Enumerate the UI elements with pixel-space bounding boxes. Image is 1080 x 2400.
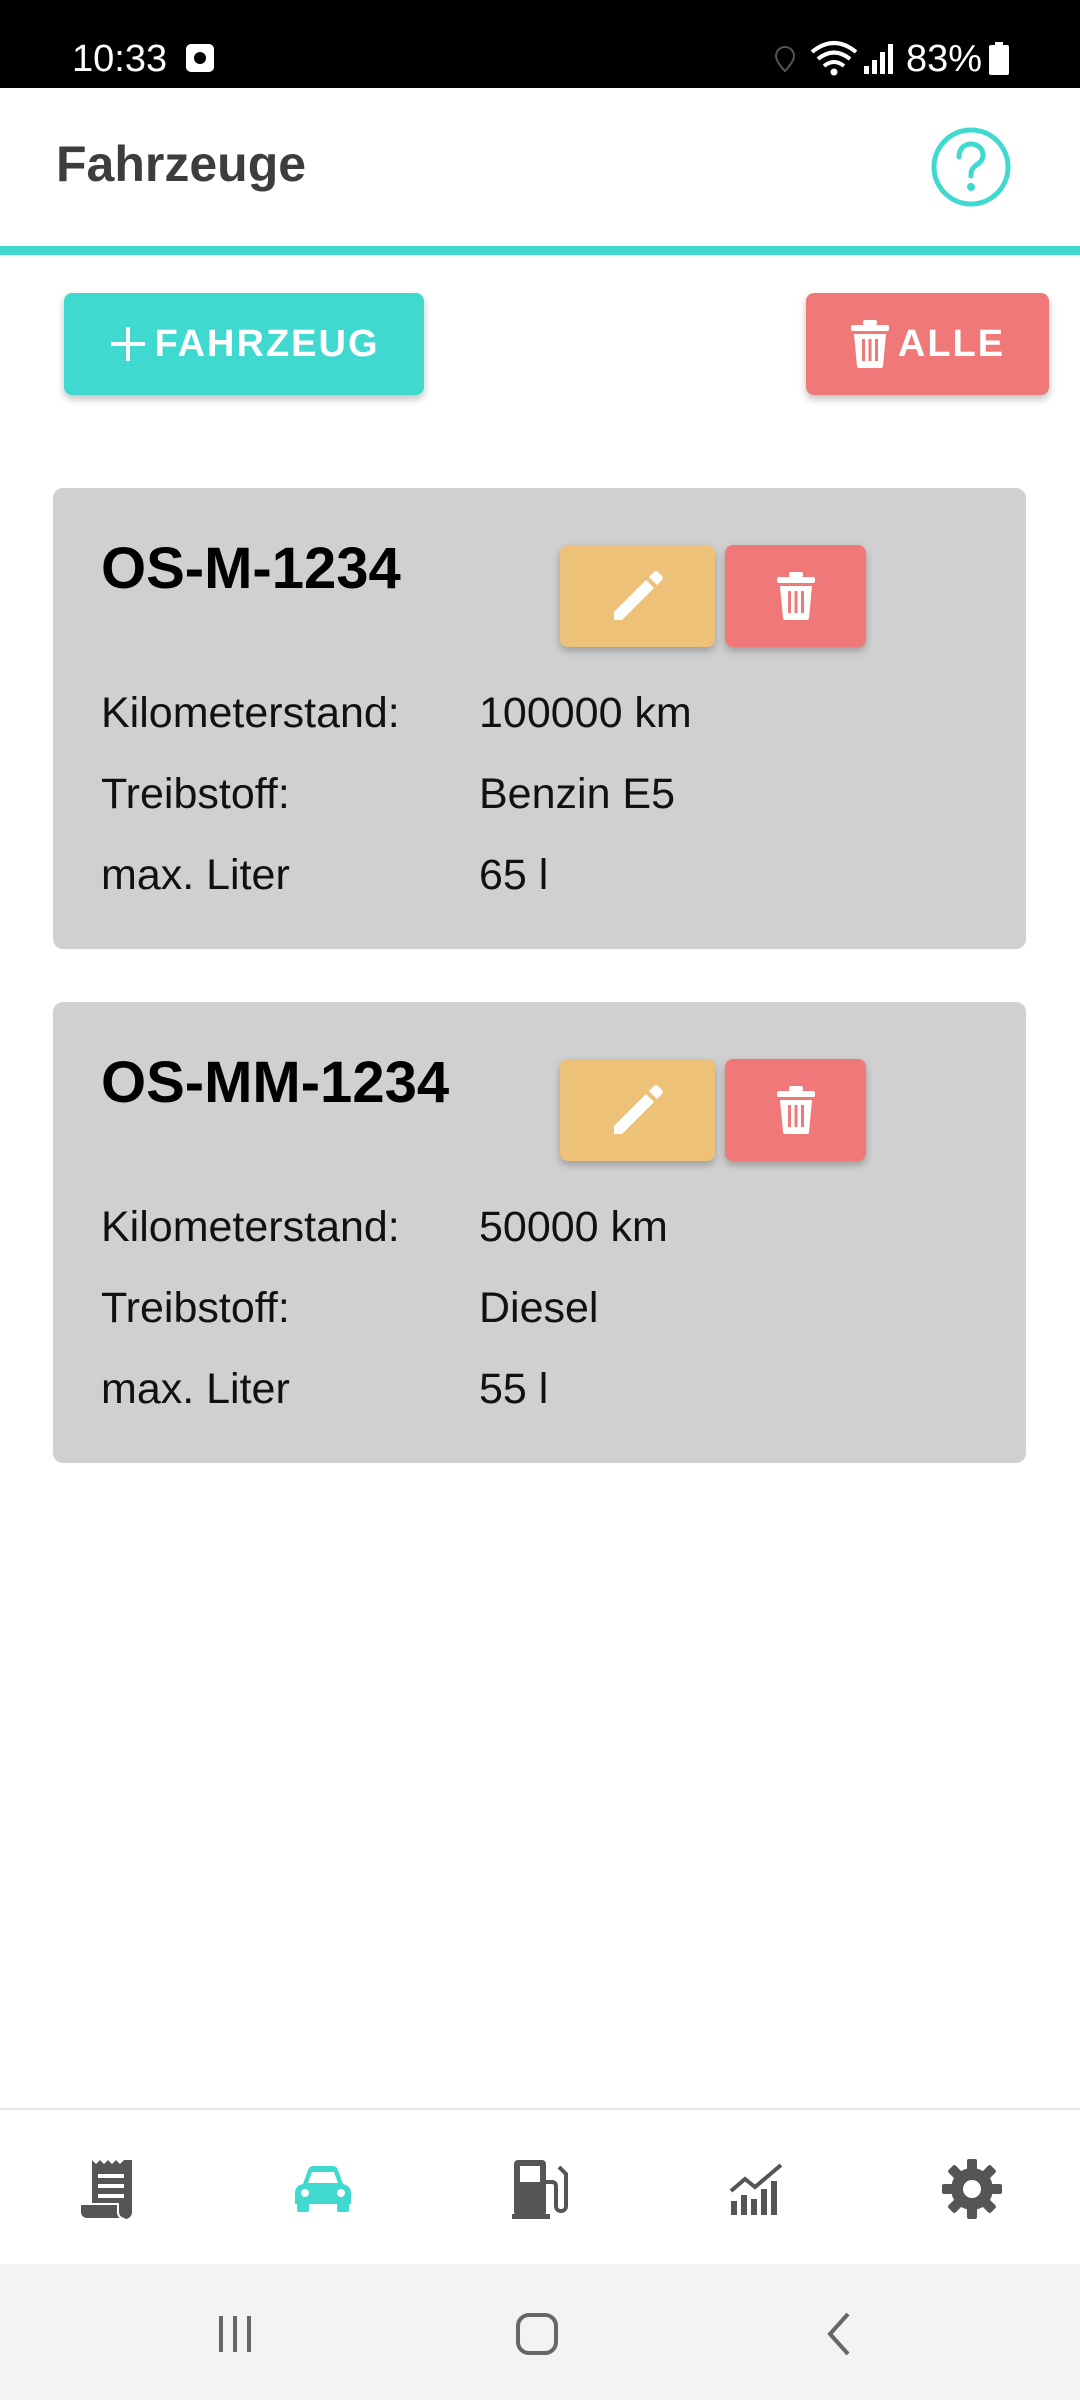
receipt-icon: [79, 2160, 132, 2220]
plus-icon: [110, 327, 145, 361]
vehicle-card: OS-M-1234 Kilometerstand: 100000 km Trei…: [53, 488, 1026, 949]
delete-all-label: ALLE: [897, 322, 1006, 365]
app-bar-divider: [0, 246, 1080, 255]
trash-icon: [776, 1086, 815, 1134]
fuel-label: Treibstoff:: [101, 1284, 290, 1332]
nav-item-vehicles[interactable]: [288, 2154, 358, 2224]
back-icon: [827, 2312, 850, 2356]
signal-icon: [864, 44, 893, 74]
delete-all-button[interactable]: ALLE: [806, 293, 1049, 395]
wifi-icon: [810, 41, 858, 76]
home-icon: [516, 2313, 558, 2355]
mileage-label: Kilometerstand:: [101, 689, 400, 737]
back-button[interactable]: [810, 2304, 870, 2364]
battery-icon: [989, 42, 1009, 75]
fuel-label: Treibstoff:: [101, 770, 290, 818]
location-icon: [774, 46, 796, 72]
fuel-value: Benzin E5: [479, 770, 676, 818]
mileage-value: 100000 km: [479, 689, 692, 737]
nav-item-settings[interactable]: [937, 2154, 1007, 2224]
edit-vehicle-button[interactable]: [560, 545, 715, 647]
page-title: Fahrzeuge: [56, 136, 307, 192]
alarm-icon: [186, 44, 214, 72]
vehicle-plate: OS-M-1234: [101, 536, 401, 601]
battery-percentage: 83%: [906, 38, 983, 80]
max-liter-label: max. Liter: [101, 851, 290, 899]
fuel-value: Diesel: [479, 1284, 599, 1332]
gas-pump-icon: [512, 2160, 568, 2219]
home-button[interactable]: [507, 2304, 567, 2364]
max-liter-label: max. Liter: [101, 1365, 290, 1413]
status-bar: 10:33 83%: [0, 0, 1080, 88]
gear-icon: [942, 2159, 1002, 2219]
recent-apps-button[interactable]: [205, 2304, 265, 2364]
app-bar: Fahrzeuge: [0, 88, 1080, 246]
nav-item-statistics[interactable]: [722, 2154, 792, 2224]
add-vehicle-label: FAHRZEUG: [154, 322, 380, 365]
max-liter-value: 55 l: [479, 1365, 549, 1413]
vehicle-card: OS-MM-1234 Kilometerstand: 50000 km Trei…: [53, 1002, 1026, 1463]
trash-icon: [776, 572, 815, 620]
recent-apps-icon: [219, 2316, 251, 2352]
edit-vehicle-button[interactable]: [560, 1059, 715, 1161]
nav-item-receipts[interactable]: [73, 2154, 143, 2224]
status-time: 10:33: [72, 38, 168, 80]
mileage-value: 50000 km: [479, 1203, 668, 1251]
chart-icon: [729, 2163, 783, 2215]
vehicle-plate: OS-MM-1234: [101, 1050, 450, 1115]
car-icon: [295, 2166, 351, 2212]
max-liter-value: 65 l: [479, 851, 549, 899]
bottom-nav: [0, 2108, 1080, 2264]
help-circle-icon[interactable]: [930, 126, 1012, 208]
delete-vehicle-button[interactable]: [725, 545, 866, 647]
system-nav-bar: [0, 2264, 1080, 2400]
pencil-icon: [613, 1085, 663, 1134]
add-vehicle-button[interactable]: FAHRZEUG: [64, 293, 424, 395]
pencil-icon: [613, 571, 663, 620]
mileage-label: Kilometerstand:: [101, 1203, 400, 1251]
delete-vehicle-button[interactable]: [725, 1059, 866, 1161]
nav-item-fuel[interactable]: [505, 2154, 575, 2224]
trash-icon: [850, 320, 889, 368]
